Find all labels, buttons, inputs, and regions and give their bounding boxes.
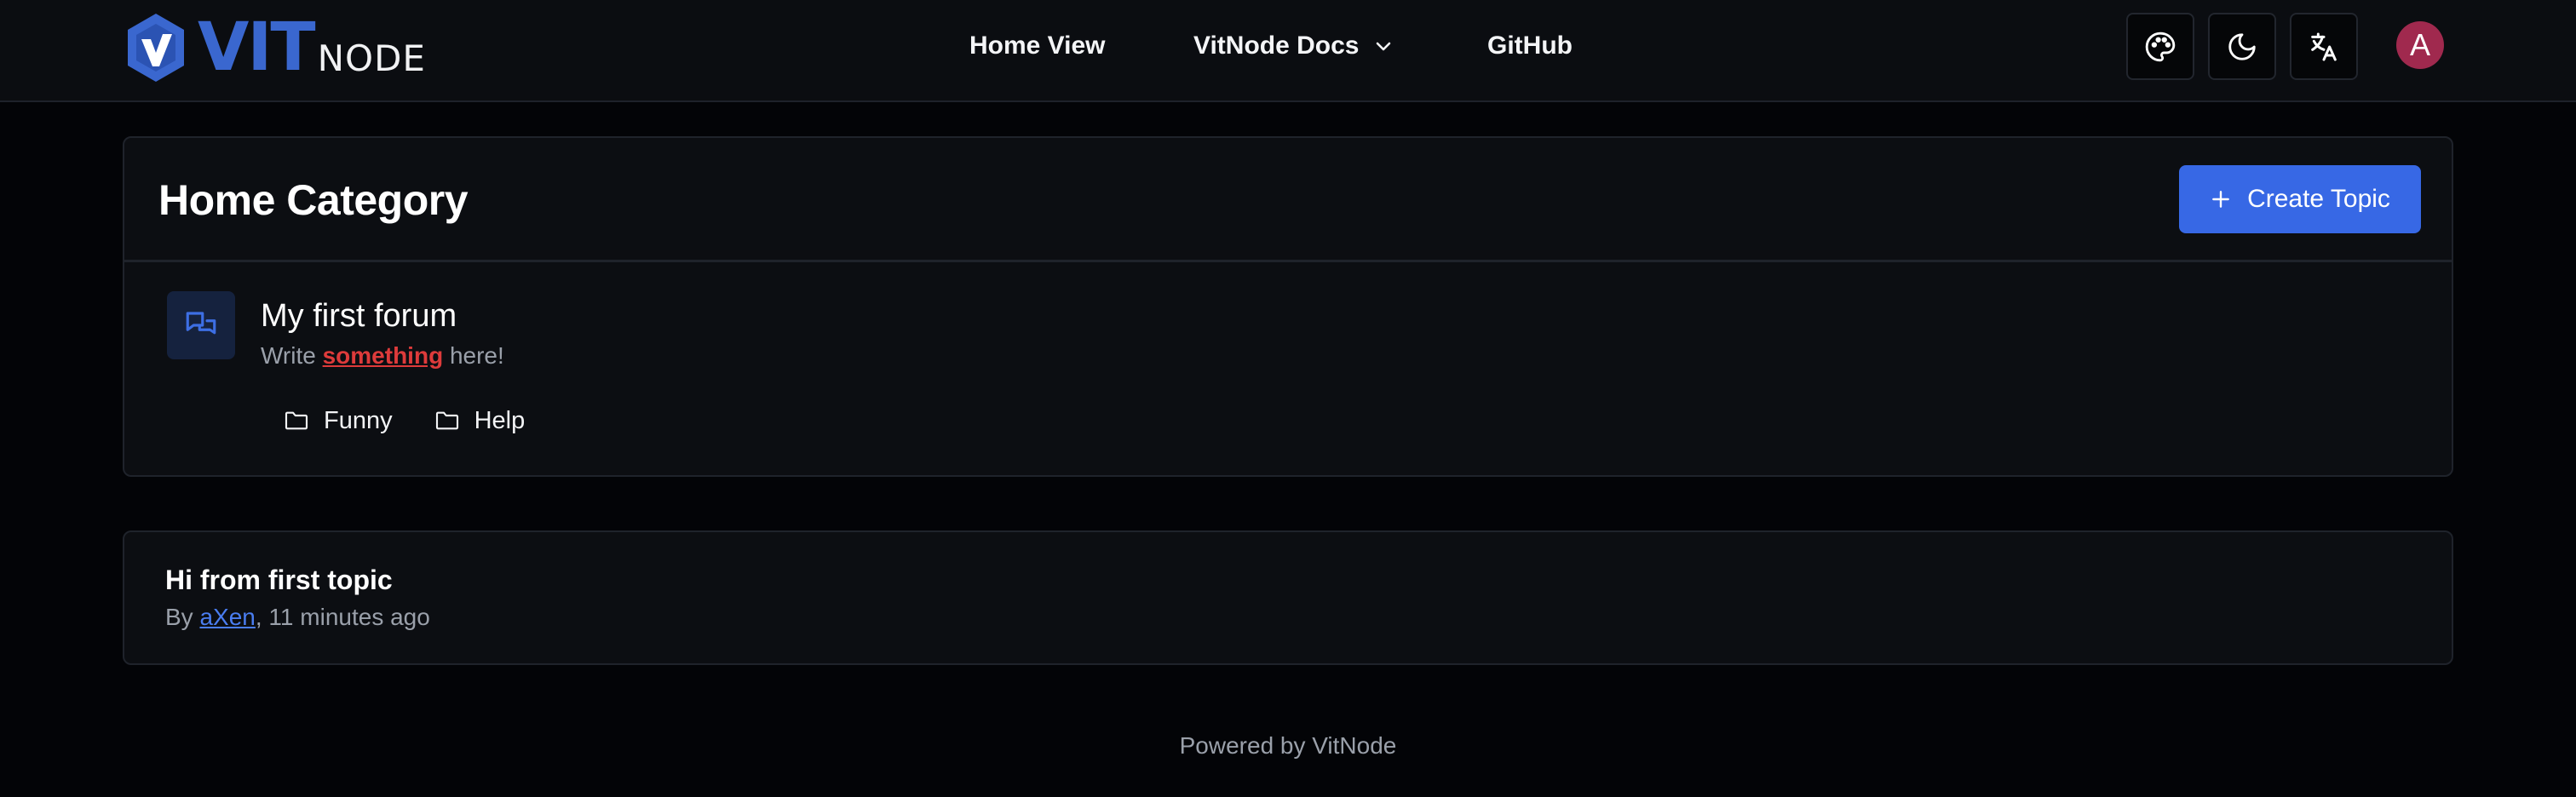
avatar-letter: A xyxy=(2409,27,2430,62)
category-card: Home Category Create Topic My first foru… xyxy=(123,136,2453,477)
subforum-funny-label: Funny xyxy=(324,406,393,434)
topic-time: , 11 minutes ago xyxy=(255,604,430,630)
plus-icon xyxy=(2212,191,2229,208)
category-title: Home Category xyxy=(158,176,469,224)
logo-mark-icon xyxy=(128,14,184,82)
forum-icon-box xyxy=(167,291,235,359)
user-avatar[interactable]: A xyxy=(2396,21,2444,69)
topic-author-link[interactable]: aXen xyxy=(199,604,255,630)
page: VIT NODE Home View VitNode Docs GitHub A… xyxy=(0,0,2576,797)
nav-github[interactable]: GitHub xyxy=(1487,0,1573,92)
forum-title-link[interactable]: My first forum xyxy=(261,298,457,335)
theme-editor-button[interactable] xyxy=(2126,13,2194,80)
folder-icon xyxy=(285,411,308,430)
create-topic-button[interactable]: Create Topic xyxy=(2179,165,2421,233)
create-topic-label: Create Topic xyxy=(2247,185,2390,213)
footer-powered-by: Powered by VitNode xyxy=(1179,732,1397,759)
forum-description-emphasis: something xyxy=(322,342,444,369)
nav-vitnode-docs[interactable]: VitNode Docs xyxy=(1193,0,1394,92)
dark-mode-toggle[interactable] xyxy=(2208,13,2276,80)
nav-home-view[interactable]: Home View xyxy=(969,0,1106,92)
subforum-funny[interactable]: Funny xyxy=(283,407,393,435)
subforum-help-label: Help xyxy=(474,406,526,434)
forum-description-after: here! xyxy=(443,342,504,369)
language-switcher-button[interactable] xyxy=(2290,13,2358,80)
folder-icon xyxy=(435,411,458,430)
chevron-down-icon xyxy=(1376,42,1390,51)
topic-card: Hi from first topic By aXen, 11 minutes … xyxy=(123,530,2453,665)
forum-description-before: Write xyxy=(261,342,323,369)
logo-text-main: VIT xyxy=(198,9,316,86)
translate-icon xyxy=(2311,32,2337,60)
nav-home-view-label: Home View xyxy=(969,32,1106,60)
logo-text-sub: NODE xyxy=(317,37,426,79)
messages-icon xyxy=(186,312,216,335)
topic-by-label: By xyxy=(165,604,200,630)
category-header: Home Category Create Topic xyxy=(124,138,2452,262)
top-header: VIT NODE Home View VitNode Docs GitHub A xyxy=(0,0,2576,102)
site-logo[interactable]: VIT NODE xyxy=(124,10,426,85)
forum-description: Write something here! xyxy=(261,342,504,370)
moon-icon xyxy=(2228,32,2256,60)
subforum-list: Funny Help xyxy=(283,404,525,438)
topic-title-link[interactable]: Hi from first topic xyxy=(165,565,393,596)
nav-vitnode-docs-label: VitNode Docs xyxy=(1193,32,1360,60)
palette-icon xyxy=(2145,32,2176,61)
subforum-help[interactable]: Help xyxy=(434,406,526,435)
topic-meta: By aXen, 11 minutes ago xyxy=(165,604,430,631)
nav-github-label: GitHub xyxy=(1487,32,1573,60)
